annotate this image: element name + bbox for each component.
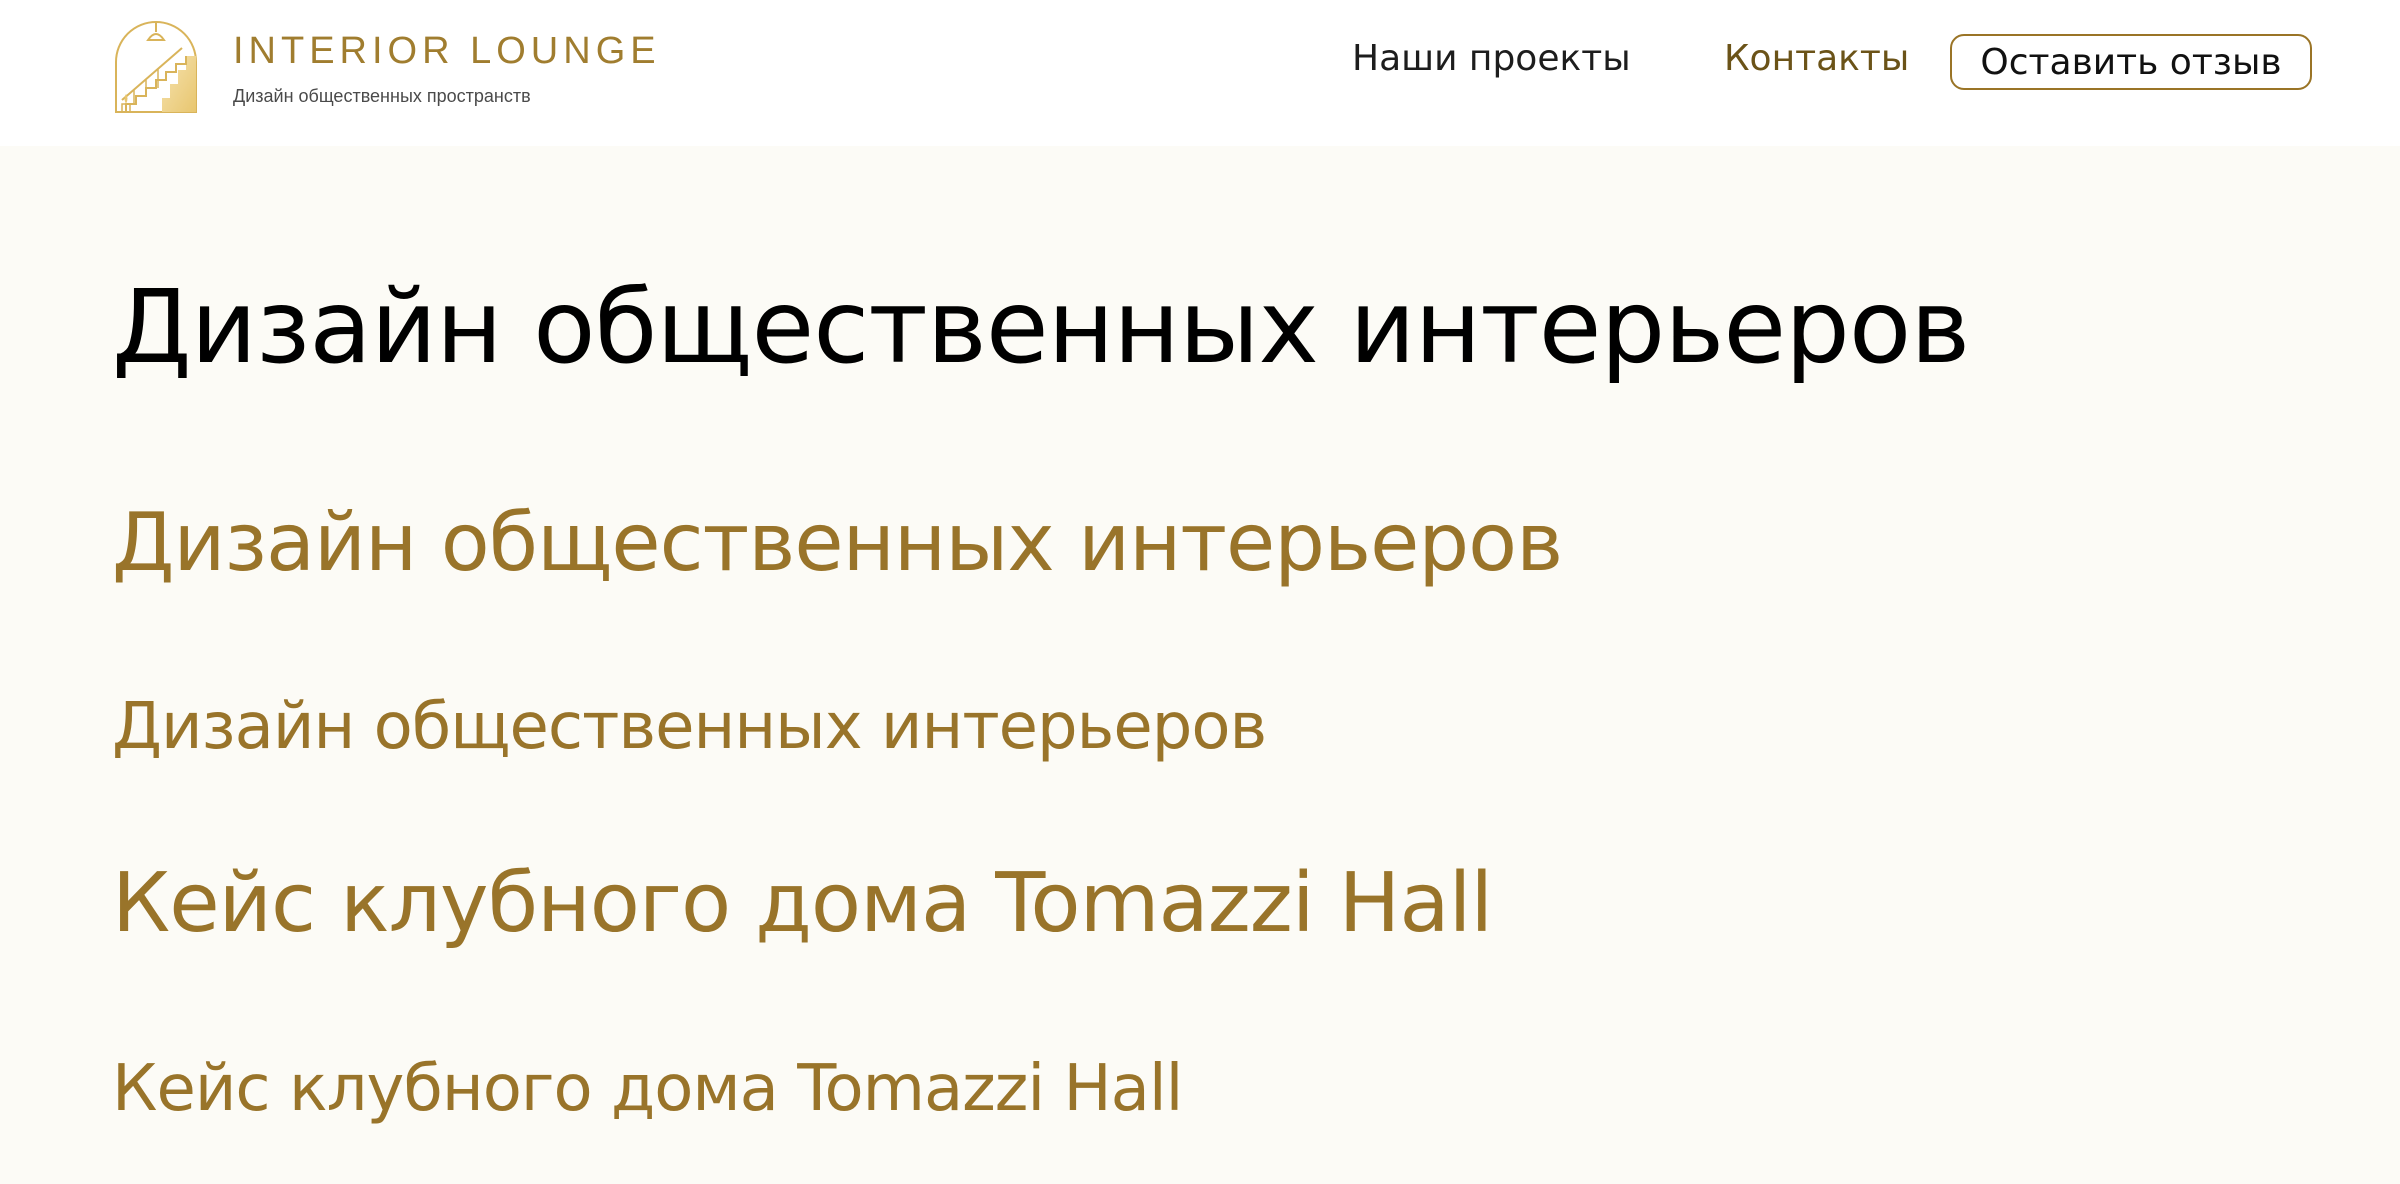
brand-tagline: Дизайн общественных пространств: [233, 86, 531, 106]
heading-3: Дизайн общественных интерьеров: [112, 690, 1267, 764]
heading-4: Кейс клубного дома Tomazzi Hall: [112, 856, 1493, 951]
nav-link-contacts[interactable]: Контакты: [1724, 38, 1909, 79]
nav-link-projects[interactable]: Наши проекты: [1352, 38, 1631, 79]
leave-review-button[interactable]: Оставить отзыв: [1950, 34, 2312, 90]
heading-2: Дизайн общественных интерьеров: [112, 496, 1563, 589]
heading-5: Кейс клубного дома Tomazzi Hall: [112, 1052, 1183, 1126]
site-header: INTERIOR LOUNGE Дизайн общественных прос…: [0, 0, 2400, 146]
heading-1: Дизайн общественных интерьеров: [112, 268, 1970, 387]
staircase-arch-logo-icon[interactable]: [112, 18, 200, 114]
brand-name[interactable]: INTERIOR LOUNGE: [233, 30, 661, 73]
